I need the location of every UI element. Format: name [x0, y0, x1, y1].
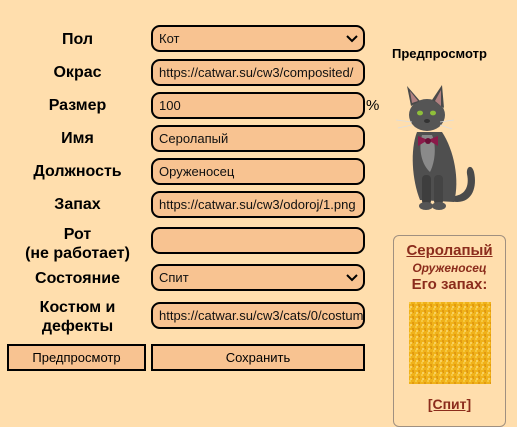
name-input[interactable]: Серолапый	[151, 125, 365, 152]
gender-select[interactable]: Кот	[151, 25, 365, 52]
cat-preview-image	[395, 85, 475, 210]
label-mouth-line1: Рот	[63, 226, 92, 243]
state-select[interactable]: Спит	[151, 264, 365, 291]
label-color: Окрас	[53, 64, 102, 81]
gender-select-value: Кот	[159, 31, 180, 46]
label-costume: Костюм и дефекты	[0, 298, 155, 336]
card-scent-label: Его запах:	[411, 276, 488, 293]
card-rank: Оруженосец	[412, 261, 487, 275]
rank-input[interactable]: Оруженосец	[151, 158, 365, 185]
label-state: Состояние	[35, 270, 120, 287]
label-name: Имя	[61, 130, 94, 147]
scent-url-input[interactable]: https://catwar.su/cw3/odoroj/1.png	[151, 191, 365, 218]
label-gender: Пол	[61, 31, 94, 48]
save-button[interactable]: Сохранить	[151, 344, 365, 371]
label-scent: Запах	[54, 196, 101, 213]
label-costume-line2: дефекты	[41, 318, 114, 335]
label-rank: Должность	[33, 163, 122, 180]
chevron-down-icon	[346, 32, 358, 45]
card-name-link[interactable]: Серолапый	[394, 242, 505, 259]
label-mouth-line2: (не работает)	[25, 245, 130, 262]
color-url-input[interactable]: https://catwar.su/cw3/composited/	[151, 59, 365, 86]
card-status-link[interactable]: [Спит]	[394, 396, 505, 412]
state-select-value: Спит	[159, 270, 189, 285]
label-mouth: Рот (не работает)	[0, 225, 155, 263]
chevron-down-icon	[346, 271, 358, 284]
mouth-input[interactable]	[151, 227, 365, 254]
costume-url-input[interactable]: https://catwar.su/cw3/cats/0/costume	[151, 302, 365, 329]
preview-card: Серолапый Оруженосец Его запах: [Спит]	[393, 235, 506, 427]
scent-image	[409, 302, 491, 384]
preview-title: Предпросмотр	[392, 46, 487, 61]
label-size: Размер	[48, 97, 107, 114]
size-unit: %	[366, 97, 380, 114]
size-input[interactable]: 100	[151, 92, 365, 119]
label-costume-line1: Костюм и	[39, 299, 116, 316]
preview-button[interactable]: Предпросмотр	[7, 344, 146, 371]
